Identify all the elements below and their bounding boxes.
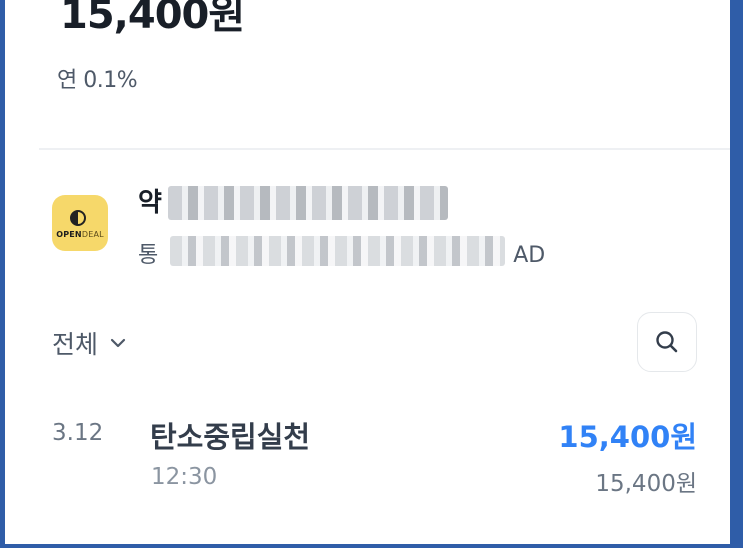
transaction-amount: 15,400원 xyxy=(558,420,697,454)
ad-subtitle-text: 통 xyxy=(138,243,159,268)
transaction-time: 12:30 xyxy=(151,464,218,490)
ad-logo-text: OPENDEAL xyxy=(56,230,104,239)
section-divider xyxy=(39,148,730,150)
transaction-name: 탄소중립실천 xyxy=(150,420,311,454)
logo-mark-icon xyxy=(70,210,86,226)
interest-rate: 연 0.1% xyxy=(57,68,138,93)
ad-logo[interactable]: OPENDEAL xyxy=(52,195,108,251)
account-screen: 15,400원 연 0.1% OPENDEAL 약 통 AD 전체 3.12 탄소… xyxy=(5,0,730,544)
redacted-ad-subtitle xyxy=(170,236,505,266)
chevron-down-icon xyxy=(110,338,126,348)
filter-dropdown[interactable]: 전체 xyxy=(52,325,128,361)
filter-label: 전체 xyxy=(52,330,99,359)
ad-title[interactable]: 약 xyxy=(138,182,162,219)
search-icon xyxy=(656,331,678,353)
ad-title-text: 약 xyxy=(138,188,162,218)
balance-amount: 15,400원 xyxy=(60,0,245,38)
transaction-date: 3.12 xyxy=(52,420,104,446)
transaction-balance-after: 15,400원 xyxy=(595,471,697,497)
ad-badge: AD xyxy=(513,243,546,268)
search-button[interactable] xyxy=(637,312,697,372)
redacted-ad-title xyxy=(168,186,448,220)
